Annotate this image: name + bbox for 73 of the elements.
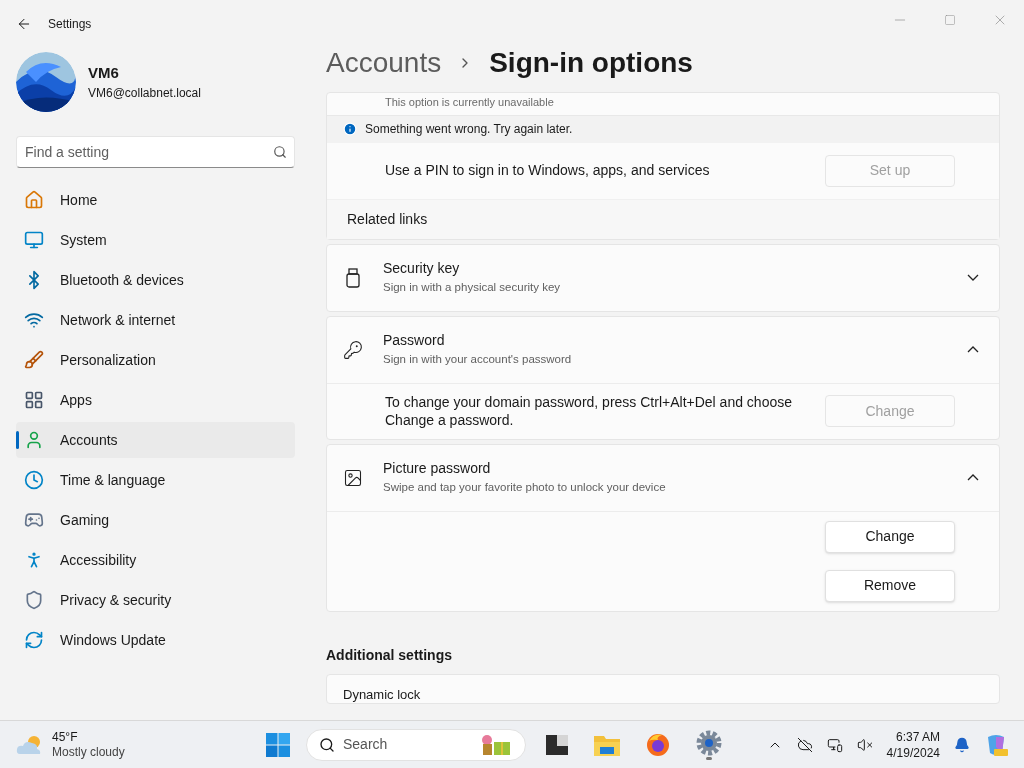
- back-icon[interactable]: [16, 16, 32, 32]
- option-subtitle: Sign in with a physical security key: [383, 280, 562, 296]
- task-view-icon[interactable]: [546, 734, 568, 755]
- gamepad-icon: [24, 510, 44, 530]
- firefox-icon[interactable]: [646, 732, 670, 757]
- temperature: 45°F: [52, 729, 79, 745]
- search-icon: [273, 145, 287, 159]
- monitor-icon: [24, 230, 44, 250]
- option-subtitle: Swipe and tap your favorite photo to unlock your device: [383, 480, 667, 496]
- folder-icon[interactable]: [594, 733, 620, 756]
- nav-item[interactable]: Privacy & security: [16, 582, 295, 618]
- usb-key-icon: [346, 267, 360, 288]
- pin-description: Use a PIN to sign in to Windows, apps, and services: [385, 161, 710, 180]
- taskbar-search[interactable]: Search: [306, 728, 526, 761]
- nav-item[interactable]: Gaming: [16, 502, 295, 538]
- nav-item[interactable]: Bluetooth & devices: [16, 262, 295, 298]
- nav-item[interactable]: Personalization: [16, 342, 295, 378]
- clock-icon: [24, 470, 44, 490]
- nav-item[interactable]: System: [16, 222, 295, 258]
- nav-item[interactable]: Home: [16, 182, 295, 218]
- nav-item[interactable]: Time & language: [16, 462, 295, 498]
- gear-icon[interactable]: [696, 729, 722, 756]
- breadcrumb-parent[interactable]: Accounts: [326, 42, 442, 84]
- clock-time: 6:37 AM: [895, 728, 940, 745]
- key-icon: [343, 339, 363, 360]
- wifi-icon: [24, 310, 44, 330]
- search-icon: [319, 736, 335, 753]
- mute-icon[interactable]: [856, 736, 873, 753]
- nav-item[interactable]: Apps: [16, 382, 295, 418]
- section-heading: Additional settings: [326, 645, 453, 665]
- weather-condition: Mostly cloudy: [52, 744, 125, 760]
- clock-date: 4/19/2024: [886, 744, 940, 761]
- person-icon: [24, 430, 44, 450]
- home-icon: [24, 190, 44, 210]
- picture-icon: [343, 467, 363, 488]
- network-icon[interactable]: [826, 736, 843, 753]
- action-button[interactable]: Change: [825, 520, 955, 553]
- selection-indicator: [16, 431, 19, 449]
- nav-item[interactable]: Network & internet: [16, 302, 295, 338]
- option-header[interactable]: Picture password Swipe and tap your favorite photo to unlock your device: [327, 444, 999, 511]
- unavailable-note: This option is currently unavailable: [384, 95, 555, 110]
- related-links-label: Related links: [347, 209, 428, 229]
- nav-item[interactable]: Accessibility: [16, 542, 295, 578]
- collapse-icon: [967, 346, 979, 353]
- page-title: Sign-in options: [489, 46, 693, 80]
- bell-icon[interactable]: [954, 736, 970, 753]
- user-email: VM6@collabnet.local: [88, 85, 201, 103]
- option-header[interactable]: Password Sign in with your account's password: [327, 316, 999, 383]
- option-text: To change your domain password, press Ctrl+Alt+Del and choose Change a password.: [385, 393, 793, 429]
- option-title: Password: [383, 331, 446, 351]
- info-icon: [343, 122, 357, 136]
- brush-icon: [24, 350, 44, 370]
- windows-logo-icon[interactable]: [266, 732, 290, 757]
- action-button[interactable]: Remove: [825, 569, 955, 602]
- update-icon: [24, 630, 44, 650]
- setting-title[interactable]: Dynamic lock: [343, 686, 421, 703]
- gift-icon: [479, 733, 513, 756]
- shield-icon: [24, 590, 44, 610]
- running-indicator: [706, 756, 712, 760]
- option-title: Security key: [383, 259, 461, 279]
- option-header[interactable]: Security key Sign in with a physical security key: [327, 244, 999, 311]
- apps-icon: [24, 390, 44, 410]
- expand-icon: [967, 274, 979, 281]
- nav-item[interactable]: Windows Update: [16, 622, 295, 658]
- window-title: Settings: [48, 16, 92, 33]
- option-subtitle: Sign in with your account's password: [383, 352, 573, 368]
- collapse-icon: [967, 474, 979, 481]
- cloud-off-icon[interactable]: [796, 736, 813, 753]
- nav-item[interactable]: Accounts: [16, 422, 295, 458]
- option-title: Picture password: [383, 459, 492, 479]
- error-bar: Something went wrong. Try again later.: [327, 114, 999, 143]
- search-field[interactable]: Find a setting: [16, 136, 295, 168]
- user-name: VM6: [88, 62, 120, 83]
